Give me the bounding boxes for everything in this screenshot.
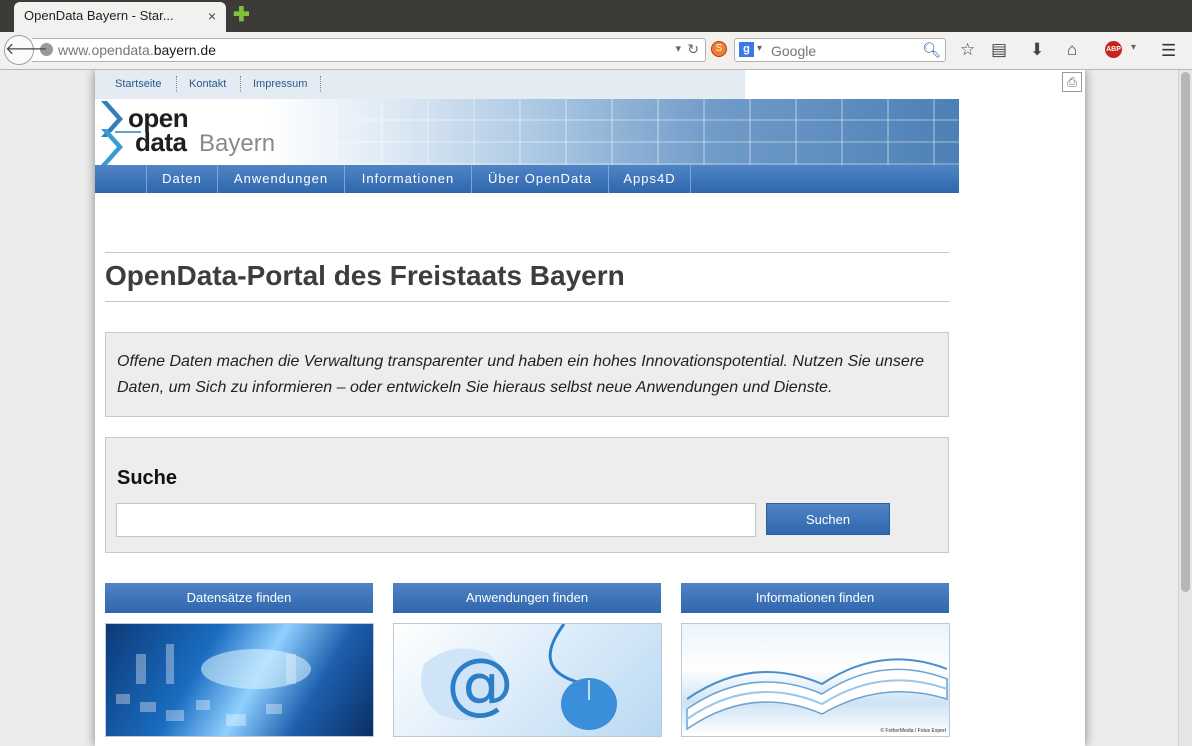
- page: Startseite Kontakt Impressum open data B…: [95, 70, 1085, 746]
- close-icon[interactable]: ×: [208, 8, 216, 24]
- tab-title: OpenData Bayern - Star...: [24, 8, 174, 23]
- noscript-icon[interactable]: S: [711, 41, 727, 57]
- header-banner: open data Bayern: [95, 99, 959, 165]
- datensaetze-finden-button[interactable]: Datensätze finden: [105, 583, 373, 613]
- informationen-finden-button[interactable]: Informationen finden: [681, 583, 949, 613]
- data-image[interactable]: [105, 623, 374, 737]
- chevron-down-icon[interactable]: ▾: [675, 42, 681, 55]
- divider: [320, 76, 321, 92]
- back-button[interactable]: 🡐: [4, 35, 48, 65]
- site-search-input[interactable]: [116, 503, 756, 537]
- search-button[interactable]: Suchen: [766, 503, 890, 535]
- new-tab-icon[interactable]: ✚: [233, 5, 250, 25]
- nav-daten[interactable]: Daten: [146, 165, 217, 193]
- menu-icon[interactable]: ☰: [1161, 41, 1176, 61]
- url-text[interactable]: www.opendata.bayern.de: [58, 42, 216, 58]
- star-icon[interactable]: ☆: [960, 40, 975, 60]
- logo-data: data: [135, 127, 187, 157]
- anwendungen-finden-button[interactable]: Anwendungen finden: [393, 583, 661, 613]
- chevron-down-icon[interactable]: ▾: [757, 43, 762, 54]
- search-heading: Suche: [117, 467, 178, 489]
- logo[interactable]: open data Bayern: [101, 101, 291, 165]
- meta-nav: Startseite Kontakt Impressum: [95, 70, 745, 99]
- nav-anwendungen[interactable]: Anwendungen: [217, 165, 344, 193]
- intro-text: Offene Daten machen die Verwaltung trans…: [105, 332, 949, 417]
- nav-apps4d[interactable]: Apps4D: [608, 165, 691, 193]
- chevron-down-icon[interactable]: ▾: [1131, 42, 1136, 53]
- keyboard-image: [335, 99, 959, 165]
- meta-nav-kontakt[interactable]: Kontakt: [189, 78, 226, 90]
- image-credit: © FotherMedia / Fotus Expert: [880, 728, 946, 734]
- svg-text:@: @: [446, 644, 514, 723]
- reload-icon[interactable]: ↻: [687, 41, 699, 58]
- meta-nav-impressum[interactable]: Impressum: [253, 78, 307, 90]
- print-icon[interactable]: ⎙: [1062, 72, 1082, 92]
- scrollbar[interactable]: [1178, 70, 1192, 746]
- main-nav: Daten Anwendungen Informationen Über Ope…: [95, 165, 959, 193]
- divider: [240, 76, 241, 92]
- scrollbar-thumb[interactable]: [1181, 72, 1190, 592]
- data-cubes-graphic: [116, 644, 311, 726]
- google-icon[interactable]: g: [739, 42, 754, 57]
- applications-image[interactable]: @: [393, 623, 662, 737]
- nav-informationen[interactable]: Informationen: [344, 165, 471, 193]
- tab-opendata[interactable]: OpenData Bayern - Star... ×: [14, 2, 226, 32]
- magazines-graphic: [686, 658, 948, 731]
- nav-toolbar: www.opendata.bayern.de ▾ ↻ 🡐 S g ▾ 🔍︎ ☆ …: [0, 32, 1192, 70]
- logo-bayern: Bayern: [199, 130, 276, 157]
- tab-bar: OpenData Bayern - Star... × ✚: [0, 0, 1192, 32]
- nav-ueber-opendata[interactable]: Über OpenData: [471, 165, 608, 193]
- mouse-at-graphic: @: [421, 624, 617, 730]
- page-title: OpenData-Portal des Freistaats Bayern: [105, 260, 625, 291]
- arrow-left-icon: 🡐: [5, 41, 48, 58]
- search-input[interactable]: [769, 41, 923, 61]
- clipboard-icon[interactable]: ▤: [991, 40, 1007, 60]
- meta-nav-startseite[interactable]: Startseite: [115, 78, 161, 90]
- divider: [176, 76, 177, 92]
- viewport: Startseite Kontakt Impressum open data B…: [0, 70, 1178, 746]
- home-icon[interactable]: ⌂: [1067, 40, 1077, 60]
- url-bar[interactable]: www.opendata.bayern.de ▾ ↻: [32, 38, 706, 62]
- information-image[interactable]: © FotherMedia / Fotus Expert: [681, 623, 950, 737]
- divider: [105, 301, 949, 302]
- divider: [105, 252, 949, 253]
- download-icon[interactable]: ⬇: [1030, 40, 1044, 60]
- adblock-icon[interactable]: ABP: [1105, 41, 1122, 58]
- search-bar[interactable]: g ▾ 🔍︎: [734, 38, 946, 62]
- search-box: Suche Suchen: [105, 437, 949, 553]
- search-icon[interactable]: 🔍︎: [922, 41, 941, 59]
